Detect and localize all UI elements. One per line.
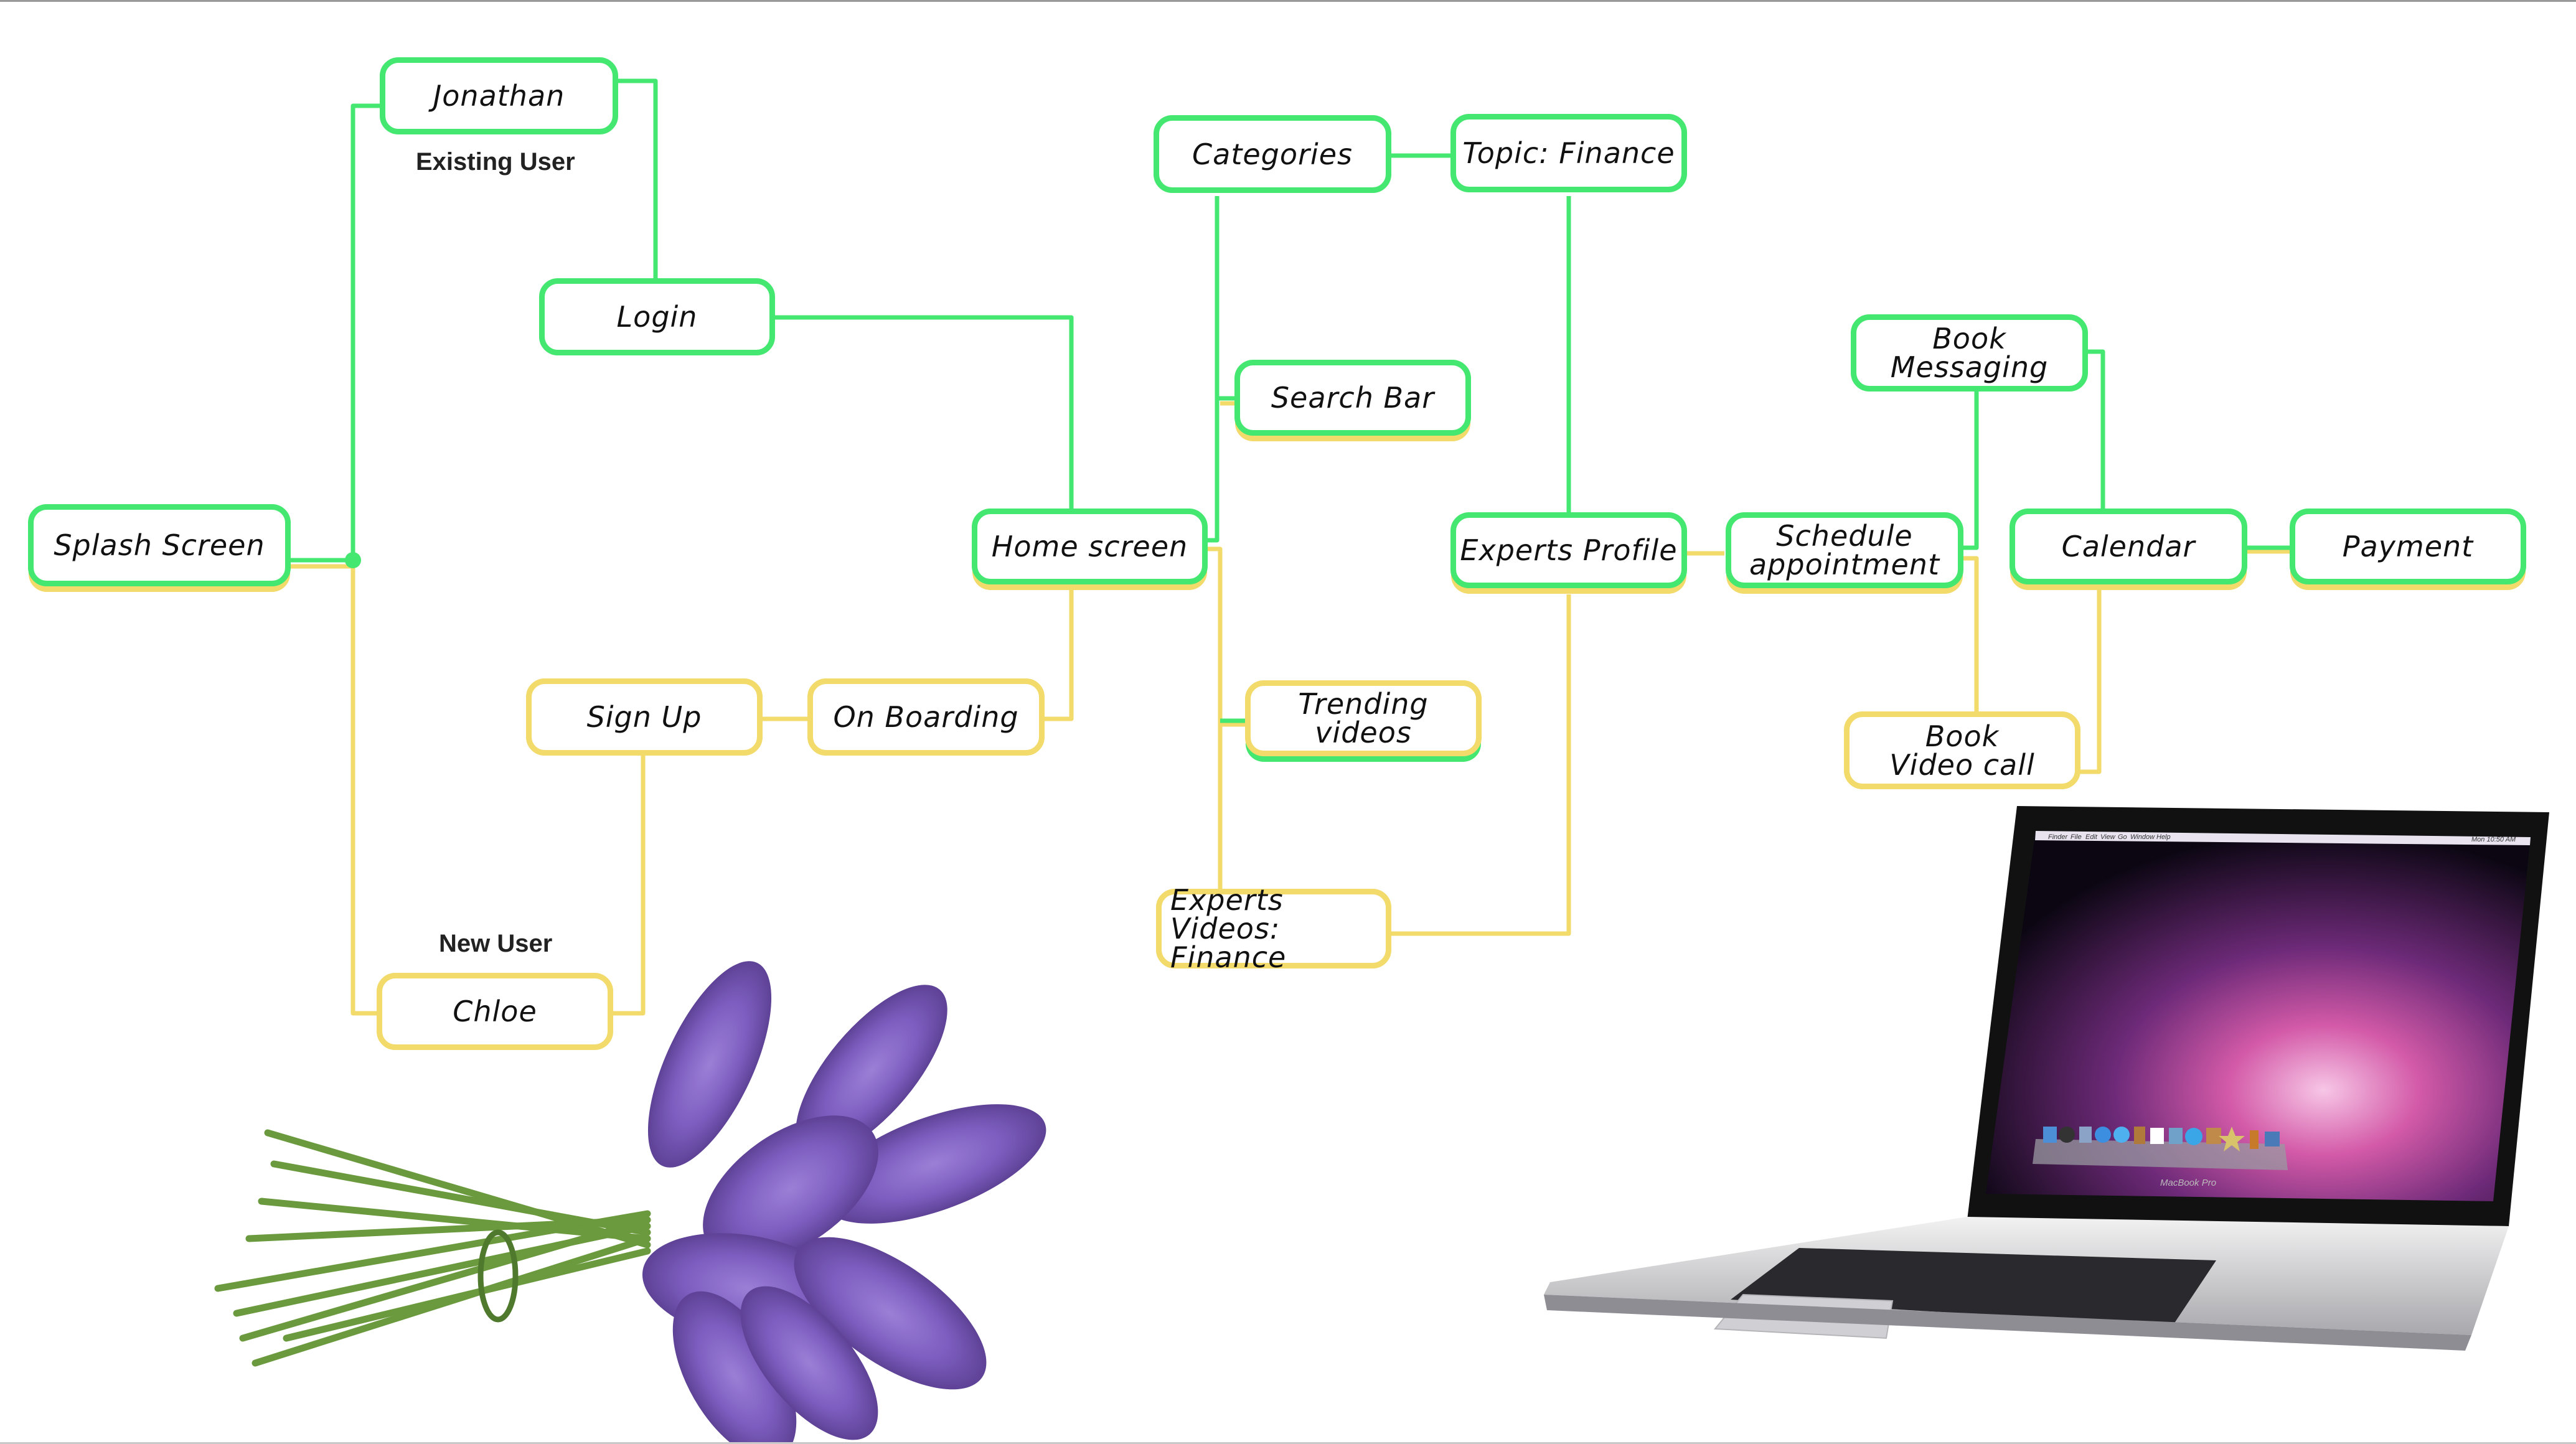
menubar-clock: Mon 10:50 AM <box>2471 836 2516 843</box>
node-login[interactable]: Login <box>539 278 775 355</box>
node-categories[interactable]: Categories <box>1154 115 1391 193</box>
node-jonathan[interactable]: Jonathan <box>380 57 618 134</box>
node-trending-videos[interactable]: Trending videos <box>1245 680 1482 756</box>
edge-splash-jonathan <box>289 103 381 563</box>
node-sign-up[interactable]: Sign Up <box>526 678 763 756</box>
node-label: Categories <box>1192 137 1353 171</box>
edge-schedule-messaging <box>1962 389 1979 550</box>
node-search-bar[interactable]: Search Bar <box>1234 360 1471 436</box>
node-label: Experts Profile <box>1460 533 1678 567</box>
laptop-illustration: Finder File Edit View Go Window Help Mon… <box>1544 806 2549 1351</box>
edge-videocall-calendar <box>2079 588 2102 774</box>
twine-tie <box>477 1229 519 1323</box>
caption-existing-user: Existing User <box>416 148 575 176</box>
node-label: Login <box>616 300 698 334</box>
node-label: Schedule appointment <box>1749 519 1940 581</box>
node-label: Payment <box>2342 530 2474 563</box>
branch-junction-dot <box>345 552 361 568</box>
menubar-item-finder: Finder <box>2048 833 2069 841</box>
node-on-boarding[interactable]: On Boarding <box>807 678 1045 756</box>
edge-schedule-videocall <box>1962 556 1979 713</box>
edge-onboarding-home <box>1045 588 1074 721</box>
menubar-item-edit: Edit <box>2085 833 2098 841</box>
node-label: Trending videos <box>1298 687 1429 749</box>
node-label: Sign Up <box>586 700 702 734</box>
stems <box>214 1129 651 1367</box>
edge-login-home <box>774 315 1074 510</box>
node-label: Home screen <box>991 530 1188 563</box>
node-label: Splash Screen <box>54 528 265 562</box>
lavender-bouquet-illustration <box>214 961 1046 1444</box>
edge-home-experts-videos <box>1206 546 1223 890</box>
node-book-messaging[interactable]: Book Messaging <box>1851 314 2088 391</box>
node-schedule-appointment[interactable]: Schedule appointment <box>1726 512 1963 588</box>
node-label: Book Video call <box>1889 719 2035 782</box>
node-label: Jonathan <box>433 79 565 113</box>
edge-home-categories <box>1206 196 1220 543</box>
menubar-item-help: Help <box>2156 833 2171 841</box>
node-experts-profile[interactable]: Experts Profile <box>1450 512 1687 588</box>
node-splash-screen[interactable]: Splash Screen <box>28 504 291 586</box>
menubar-item-file: File <box>2071 833 2082 841</box>
node-label: Topic: Finance <box>1462 136 1675 170</box>
node-label: On Boarding <box>833 700 1019 734</box>
node-label: Calendar <box>2061 530 2196 563</box>
edge-jonathan-login <box>616 78 658 280</box>
menubar-item-view: View <box>2100 833 2116 841</box>
node-book-video-call[interactable]: Book Video call <box>1844 711 2080 789</box>
flower-heads <box>642 961 1046 1444</box>
node-payment[interactable]: Payment <box>2290 509 2526 584</box>
node-topic-finance[interactable]: Topic: Finance <box>1450 114 1687 192</box>
edge-messaging-calendar <box>2087 349 2105 509</box>
laptop-brand: MacBook Pro <box>2160 1178 2216 1188</box>
node-label: Book Messaging <box>1890 322 2049 384</box>
node-home-screen[interactable]: Home screen <box>972 509 1208 584</box>
node-label: Search Bar <box>1271 381 1435 415</box>
node-label: Experts Videos: Finance <box>1170 883 1287 974</box>
node-calendar[interactable]: Calendar <box>2010 509 2247 584</box>
node-experts-videos-finance[interactable]: Experts Videos: Finance <box>1156 886 1391 972</box>
menubar-item-window: Window <box>2130 833 2155 841</box>
menubar-item-go: Go <box>2118 833 2127 841</box>
